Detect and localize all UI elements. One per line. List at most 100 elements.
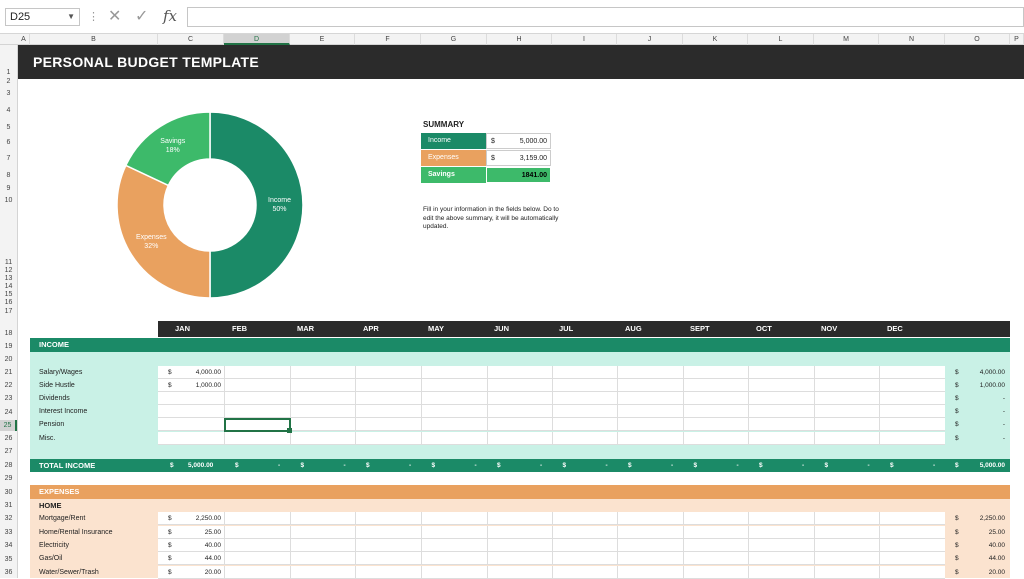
jan-value: 4,000.00 bbox=[195, 369, 221, 376]
total-currency: $ bbox=[955, 408, 959, 415]
formula-input[interactable] bbox=[187, 7, 1024, 27]
table-row: Mortgage/Rent $2,250.00 $2,250.00 bbox=[0, 512, 1024, 525]
row-total-cell[interactable]: $20.00 bbox=[945, 566, 1010, 579]
cell-divider bbox=[748, 432, 749, 445]
month-cells[interactable]: $44.00 bbox=[158, 552, 945, 565]
month-nov: NOV bbox=[821, 324, 838, 333]
cell-divider bbox=[683, 512, 684, 525]
row-header-6[interactable]: 6 bbox=[0, 137, 17, 148]
name-box[interactable]: D25 ▼ bbox=[5, 8, 80, 26]
month-cells[interactable]: $20.00 bbox=[158, 566, 945, 579]
column-header-j[interactable]: J bbox=[617, 34, 683, 45]
column-header-g[interactable]: G bbox=[421, 34, 487, 45]
row-header-10[interactable]: 10 bbox=[0, 195, 17, 206]
cell-divider bbox=[224, 392, 225, 405]
row-total-cell[interactable]: $ - bbox=[945, 418, 1010, 431]
month-cells[interactable]: $25.00 bbox=[158, 526, 945, 539]
row-header-4[interactable]: 4 bbox=[0, 105, 17, 116]
cell-divider bbox=[683, 366, 684, 379]
month-cells[interactable] bbox=[158, 392, 945, 405]
column-header-p[interactable]: P bbox=[1010, 34, 1024, 45]
column-header-o[interactable]: O bbox=[945, 34, 1010, 45]
jan-value: 2,250.00 bbox=[195, 515, 221, 522]
summary-value-cell[interactable]: 1841.00 bbox=[486, 167, 551, 183]
cell-divider bbox=[814, 539, 815, 552]
row-total-cell[interactable]: $ - bbox=[945, 432, 1010, 445]
row-total-cell[interactable]: $ - bbox=[945, 405, 1010, 418]
column-header-c[interactable]: C bbox=[158, 34, 224, 45]
jan-value: 1,000.00 bbox=[195, 382, 221, 389]
row-header-18[interactable]: 18 bbox=[0, 328, 17, 339]
cell-divider bbox=[421, 566, 422, 579]
enter-check-icon[interactable]: ✓ bbox=[135, 6, 148, 25]
total-income-month-value: - bbox=[605, 462, 608, 469]
cell-divider bbox=[552, 405, 553, 418]
column-header-i[interactable]: I bbox=[552, 34, 617, 45]
summary-row-savings: Savings 1841.00 bbox=[421, 167, 551, 183]
total-value: - bbox=[1002, 408, 1005, 415]
month-jan: JAN bbox=[175, 324, 191, 333]
title-banner: PERSONAL BUDGET TEMPLATE bbox=[18, 45, 1024, 79]
drag-handle-icon[interactable]: ⋮ bbox=[88, 10, 99, 23]
column-header-f[interactable]: F bbox=[355, 34, 421, 45]
row-total-cell[interactable]: $44.00 bbox=[945, 552, 1010, 565]
cell-divider bbox=[617, 366, 618, 379]
row-header-27[interactable]: 27 bbox=[0, 446, 17, 457]
row-total-cell[interactable]: $1,000.00 bbox=[945, 379, 1010, 392]
selected-cell[interactable] bbox=[224, 418, 292, 433]
row-header-31[interactable]: 31 bbox=[0, 500, 17, 511]
row-header-17[interactable]: 17 bbox=[0, 306, 17, 317]
row-total-cell[interactable]: $ - bbox=[945, 392, 1010, 405]
total-value: 4,000.00 bbox=[979, 369, 1005, 376]
row-header-29[interactable]: 29 bbox=[0, 473, 17, 484]
summary-value-cell[interactable]: $3,159.00 bbox=[486, 150, 551, 166]
cancel-icon[interactable]: ✕ bbox=[108, 6, 121, 25]
column-header-b[interactable]: B bbox=[30, 34, 158, 45]
column-header-e[interactable]: E bbox=[290, 34, 355, 45]
month-cells[interactable]: $1,000.00 bbox=[158, 379, 945, 392]
total-currency: $ bbox=[955, 369, 959, 376]
month-cells[interactable]: $40.00 bbox=[158, 539, 945, 552]
column-header-n[interactable]: N bbox=[879, 34, 945, 45]
summary-row-expenses: Expenses $3,159.00 bbox=[421, 150, 551, 166]
column-header-h[interactable]: H bbox=[487, 34, 552, 45]
column-header-k[interactable]: K bbox=[683, 34, 748, 45]
row-header-9[interactable]: 9 bbox=[0, 183, 17, 194]
cell-divider bbox=[290, 512, 291, 525]
cell-divider bbox=[879, 405, 880, 418]
cell-divider bbox=[224, 379, 225, 392]
row-header-2[interactable]: 2 bbox=[0, 76, 17, 87]
summary-value-cell[interactable]: $5,000.00 bbox=[486, 133, 551, 149]
row-total-cell[interactable]: $25.00 bbox=[945, 526, 1010, 539]
row-header-5[interactable]: 5 bbox=[0, 122, 17, 133]
month-cells[interactable]: $4,000.00 bbox=[158, 366, 945, 379]
table-row: Interest Income $ - bbox=[0, 405, 1024, 418]
row-header-3[interactable]: 3 bbox=[0, 88, 17, 99]
row-header-8[interactable]: 8 bbox=[0, 170, 17, 181]
month-cells[interactable] bbox=[158, 405, 945, 418]
cell-divider bbox=[355, 432, 356, 445]
row-total-cell[interactable]: $4,000.00 bbox=[945, 366, 1010, 379]
insert-function-icon[interactable]: fx bbox=[163, 7, 177, 25]
fill-handle[interactable] bbox=[287, 428, 292, 433]
cell-divider bbox=[355, 539, 356, 552]
month-cells[interactable]: $2,250.00 bbox=[158, 512, 945, 525]
column-header-m[interactable]: M bbox=[814, 34, 879, 45]
row-total-cell[interactable]: $40.00 bbox=[945, 539, 1010, 552]
month-cells[interactable] bbox=[158, 432, 945, 445]
column-header-d[interactable]: D bbox=[224, 34, 290, 45]
row-header-19[interactable]: 19 bbox=[0, 341, 17, 352]
column-header-l[interactable]: L bbox=[748, 34, 814, 45]
row-header-30[interactable]: 30 bbox=[0, 487, 17, 498]
total-income-month-value: - bbox=[343, 462, 346, 469]
cell-divider bbox=[617, 512, 618, 525]
row-header-20[interactable]: 20 bbox=[0, 354, 17, 365]
row-header-28[interactable]: 28 bbox=[0, 460, 17, 471]
column-header-a[interactable]: A bbox=[18, 34, 30, 45]
row-total-cell[interactable]: $2,250.00 bbox=[945, 512, 1010, 525]
row-header-7[interactable]: 7 bbox=[0, 153, 17, 164]
cell-divider bbox=[814, 526, 815, 539]
cell-divider bbox=[879, 512, 880, 525]
month-aug: AUG bbox=[625, 324, 642, 333]
chevron-down-icon[interactable]: ▼ bbox=[67, 9, 75, 25]
